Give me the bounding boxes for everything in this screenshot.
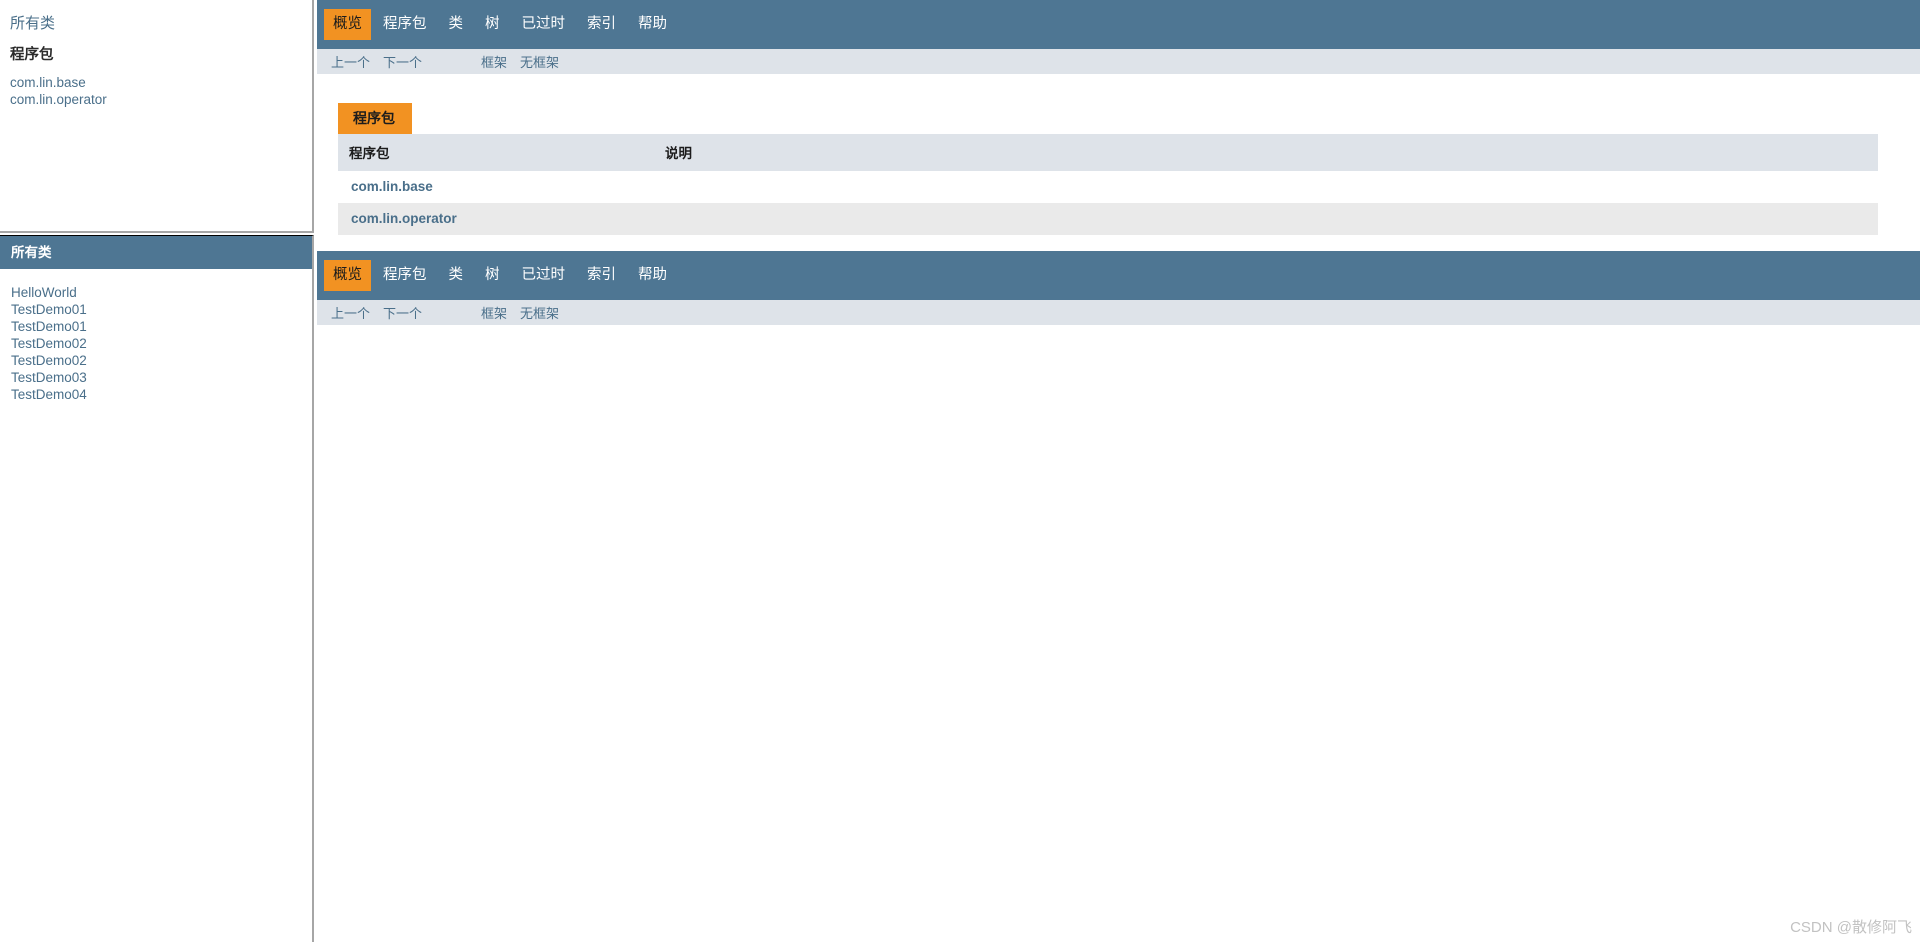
column-header-description: 说明 bbox=[654, 134, 1878, 171]
overview-tab-strip: 程序包 bbox=[338, 103, 1920, 134]
nav-item-help-bottom[interactable]: 帮助 bbox=[628, 261, 677, 290]
class-link-list: HelloWorld TestDemo01 TestDemo01 TestDem… bbox=[0, 269, 312, 404]
list-item: TestDemo01 bbox=[11, 302, 312, 319]
subnav-frames-top[interactable]: 框架 bbox=[481, 52, 516, 71]
nav-item-deprecated-top[interactable]: 已过时 bbox=[512, 10, 576, 39]
subnav-next-top[interactable]: 下一个 bbox=[383, 52, 431, 71]
watermark-text: CSDN @散修阿飞 bbox=[1790, 919, 1912, 936]
table-row: com.lin.operator bbox=[338, 203, 1878, 235]
empty-content-area bbox=[317, 325, 1920, 942]
nav-item-package-top[interactable]: 程序包 bbox=[373, 10, 437, 39]
table-head: 程序包 说明 bbox=[338, 134, 1878, 171]
class-link-testdemo01-b[interactable]: TestDemo01 bbox=[11, 319, 87, 334]
all-classes-link[interactable]: 所有类 bbox=[10, 10, 312, 35]
subnav-prev-top[interactable]: 上一个 bbox=[331, 52, 379, 71]
nav-item-tree-bottom[interactable]: 树 bbox=[475, 261, 510, 290]
list-item: TestDemo02 bbox=[11, 353, 312, 370]
main-content-frame: 概览 程序包 类 树 已过时 索引 帮助 上一个 下一个 框架 无框架 程序包 … bbox=[317, 0, 1920, 942]
bottom-navbar: 概览 程序包 类 树 已过时 索引 帮助 bbox=[317, 251, 1920, 300]
left-frames-column: 所有类 程序包 com.lin.base com.lin.operator 所有… bbox=[0, 0, 314, 942]
table-header-row: 程序包 说明 bbox=[338, 134, 1878, 171]
list-item: com.lin.operator bbox=[10, 92, 312, 109]
package-list-frame: 所有类 程序包 com.lin.base com.lin.operator bbox=[0, 0, 314, 233]
nav-item-index-bottom[interactable]: 索引 bbox=[577, 261, 626, 290]
subnav-no-frames-top[interactable]: 无框架 bbox=[520, 52, 568, 71]
nav-item-class-top[interactable]: 类 bbox=[439, 10, 474, 39]
package-link-list: com.lin.base com.lin.operator bbox=[10, 75, 312, 109]
cell-package-description bbox=[654, 203, 1878, 235]
class-link-testdemo01-a[interactable]: TestDemo01 bbox=[11, 302, 87, 317]
column-header-package: 程序包 bbox=[338, 134, 654, 171]
package-summary-link-com-lin-base[interactable]: com.lin.base bbox=[351, 179, 433, 194]
package-link-com-lin-base[interactable]: com.lin.base bbox=[10, 75, 86, 90]
list-item: TestDemo01 bbox=[11, 319, 312, 336]
subnav-frames-bottom[interactable]: 框架 bbox=[481, 303, 516, 322]
overview-summary-section: 程序包 程序包 说明 com.lin.base com.lin.operator bbox=[317, 74, 1920, 251]
table-body: com.lin.base com.lin.operator bbox=[338, 171, 1878, 235]
list-item: TestDemo02 bbox=[11, 336, 312, 353]
all-classes-frame: 所有类 HelloWorld TestDemo01 TestDemo01 Tes… bbox=[0, 235, 314, 942]
list-item: com.lin.base bbox=[10, 75, 312, 92]
bottom-subnav: 上一个 下一个 框架 无框架 bbox=[317, 300, 1920, 325]
subnav-prev-bottom[interactable]: 上一个 bbox=[331, 303, 379, 322]
package-summary-table: 程序包 说明 com.lin.base com.lin.operator bbox=[338, 134, 1878, 235]
list-item: HelloWorld bbox=[11, 285, 312, 302]
class-link-testdemo04[interactable]: TestDemo04 bbox=[11, 387, 87, 402]
class-link-testdemo02-b[interactable]: TestDemo02 bbox=[11, 353, 87, 368]
list-item: TestDemo04 bbox=[11, 387, 312, 404]
list-item: TestDemo03 bbox=[11, 370, 312, 387]
class-link-testdemo03[interactable]: TestDemo03 bbox=[11, 370, 87, 385]
class-link-testdemo02-a[interactable]: TestDemo02 bbox=[11, 336, 87, 351]
nav-item-class-bottom[interactable]: 类 bbox=[439, 261, 474, 290]
package-summary-link-com-lin-operator[interactable]: com.lin.operator bbox=[351, 211, 457, 226]
cell-package-name: com.lin.operator bbox=[338, 203, 654, 235]
subnav-next-bottom[interactable]: 下一个 bbox=[383, 303, 431, 322]
nav-item-deprecated-bottom[interactable]: 已过时 bbox=[512, 261, 576, 290]
nav-item-help-top[interactable]: 帮助 bbox=[628, 10, 677, 39]
cell-package-name: com.lin.base bbox=[338, 171, 654, 203]
nav-item-package-bottom[interactable]: 程序包 bbox=[373, 261, 437, 290]
tab-package-summary[interactable]: 程序包 bbox=[338, 103, 412, 134]
nav-item-overview-top[interactable]: 概览 bbox=[324, 9, 371, 40]
content-spacer bbox=[338, 235, 1920, 251]
all-classes-frame-title: 所有类 bbox=[0, 236, 312, 269]
table-row: com.lin.base bbox=[338, 171, 1878, 203]
package-link-com-lin-operator[interactable]: com.lin.operator bbox=[10, 92, 107, 107]
top-subnav: 上一个 下一个 框架 无框架 bbox=[317, 49, 1920, 74]
nav-item-index-top[interactable]: 索引 bbox=[577, 10, 626, 39]
nav-item-tree-top[interactable]: 树 bbox=[475, 10, 510, 39]
cell-package-description bbox=[654, 171, 1878, 203]
nav-item-overview-bottom[interactable]: 概览 bbox=[324, 260, 371, 291]
class-link-helloworld[interactable]: HelloWorld bbox=[11, 285, 77, 300]
package-frame-heading: 程序包 bbox=[10, 47, 54, 63]
subnav-no-frames-bottom[interactable]: 无框架 bbox=[520, 303, 568, 322]
top-navbar: 概览 程序包 类 树 已过时 索引 帮助 bbox=[317, 0, 1920, 49]
